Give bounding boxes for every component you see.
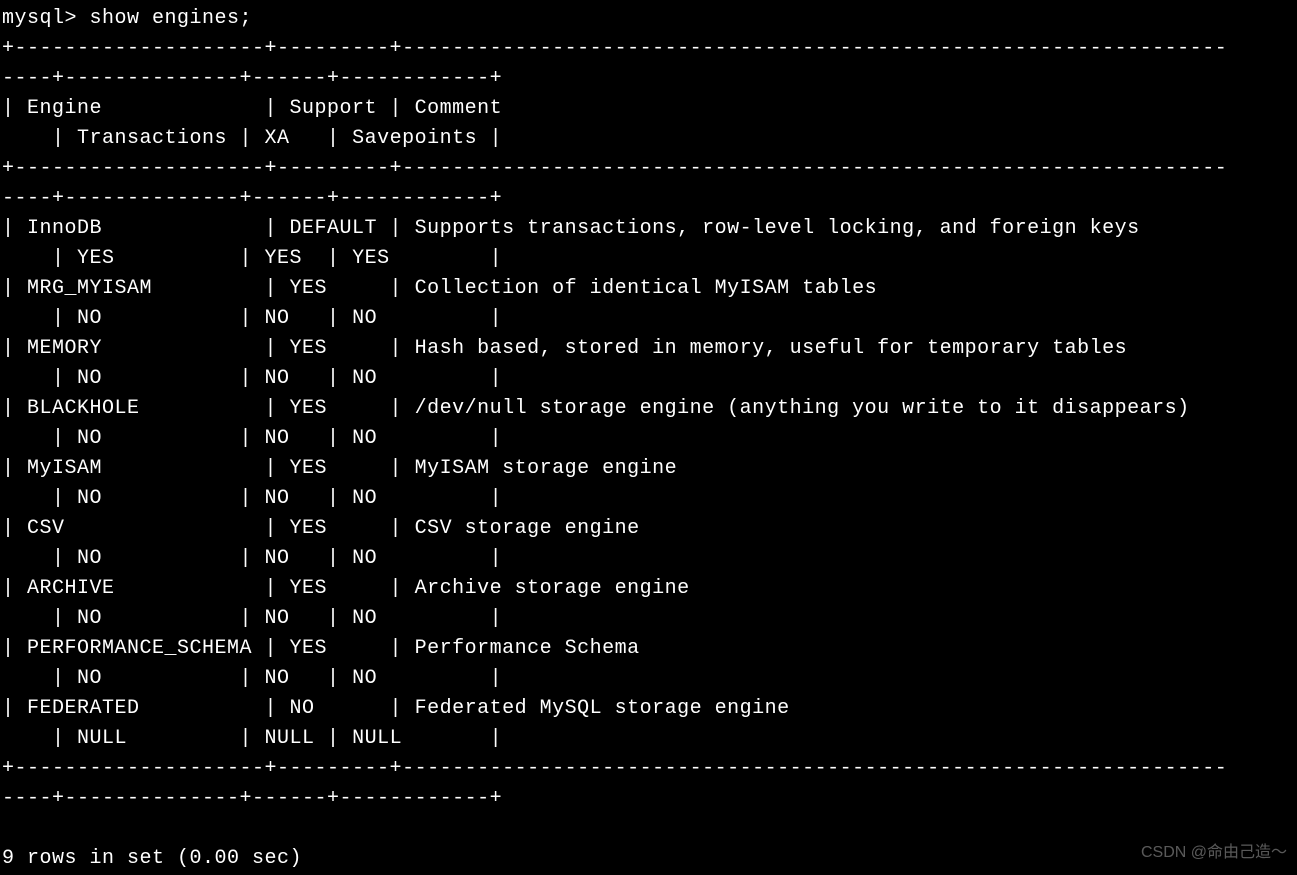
result-footer: 9 rows in set (0.00 sec) xyxy=(2,847,302,870)
typed-command: show engines; xyxy=(90,7,253,30)
terminal-output: mysql> show engines;+-------------------… xyxy=(0,0,1297,875)
prompt: mysql> xyxy=(2,7,77,30)
result-table: +--------------------+---------+--------… xyxy=(2,37,1227,810)
command-line: mysql> show engines; xyxy=(2,4,1295,34)
